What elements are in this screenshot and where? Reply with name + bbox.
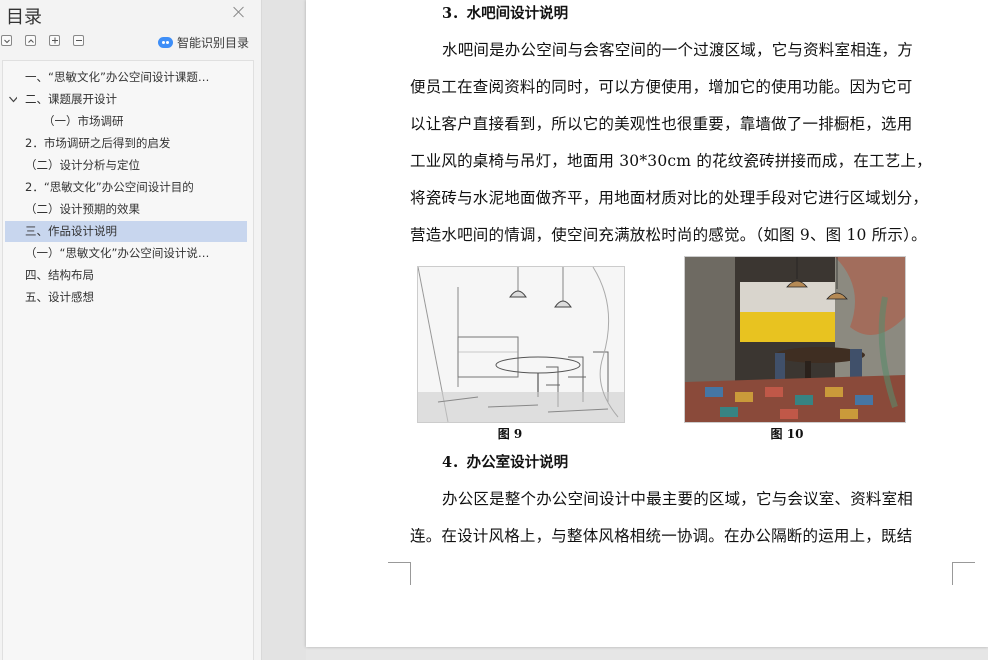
section-heading: 3．水吧间设计说明 <box>442 5 569 22</box>
toc-item[interactable]: 五、设计感想 <box>5 287 247 308</box>
toc-item[interactable]: （二）设计分析与定位 <box>5 155 247 176</box>
smart-toc-icon <box>158 36 173 48</box>
toc-item-label: 五、设计感想 <box>25 290 94 304</box>
toc-item-label: （一）市场调研 <box>43 114 124 128</box>
paragraph-line: 便员工在查阅资料的同时，可以方便使用，增加它的使用功能。因为它可 <box>410 78 913 96</box>
toc-item[interactable]: （一）市场调研 <box>5 111 247 132</box>
document-gutter <box>262 0 306 660</box>
toc-item-label: 一、“思敏文化”办公空间设计课题… <box>25 70 210 84</box>
sidebar-title: 目录 <box>6 7 42 28</box>
paragraph-line: 将瓷砖与水泥地面做齐平，用地面材质对比的处理手段对它进行区域划分， <box>410 189 929 207</box>
page-margin-mark <box>388 562 411 585</box>
toc-item-label: 二、课题展开设计 <box>25 92 117 106</box>
toc-item-label: 四、结构布局 <box>25 268 94 282</box>
paragraph-line: 水吧间是办公空间与会客空间的一个过渡区域，它与资料室相连，方 <box>442 41 914 59</box>
toc-item-active[interactable]: 三、作品设计说明 <box>5 221 247 242</box>
toc-sidebar: 目录 智能识别目录 一、“思敏文化”办公空间设计课题… 二、课题展开设计 （一）… <box>0 0 262 660</box>
toc-item[interactable]: （二）设计预期的效果 <box>5 199 247 220</box>
chevron-down-icon[interactable] <box>9 95 17 103</box>
toc-item-label: 三、作品设计说明 <box>25 224 117 238</box>
expand-up-icon[interactable] <box>25 35 36 46</box>
figure-9-image[interactable] <box>417 266 625 423</box>
figure-10-caption: 图 10 <box>770 427 804 441</box>
close-icon[interactable] <box>232 5 246 19</box>
paragraph-line: 以让客户直接看到，所以它的美观性也很重要，靠墙做了一排橱柜，选用 <box>410 115 913 133</box>
toc-item[interactable]: 四、结构布局 <box>5 265 247 286</box>
add-heading-icon[interactable] <box>49 35 60 46</box>
toc-item-label: 2．市场调研之后得到的启发 <box>25 136 171 150</box>
sketch-render-image <box>418 267 624 422</box>
toc-item-label: 2．“思敏文化”办公空间设计目的 <box>25 180 194 194</box>
color-render-image <box>685 257 905 422</box>
toc-item[interactable]: 2．市场调研之后得到的启发 <box>5 133 247 154</box>
figure-10-image[interactable] <box>684 256 906 423</box>
toc-item-label: （二）设计分析与定位 <box>25 158 140 172</box>
toc-list: 一、“思敏文化”办公空间设计课题… 二、课题展开设计 （一）市场调研 2．市场调… <box>2 60 254 660</box>
section-heading: 4．办公室设计说明 <box>442 454 569 471</box>
toc-item-label: （一）“思敏文化”办公空间设计说… <box>25 246 210 260</box>
figure-9-caption: 图 9 <box>497 427 523 441</box>
toc-item[interactable]: （一）“思敏文化”办公空间设计说… <box>5 243 247 264</box>
page-margin-mark <box>952 562 975 585</box>
toc-item[interactable]: 一、“思敏文化”办公空间设计课题… <box>5 67 247 88</box>
collapse-all-icon[interactable] <box>1 35 12 46</box>
toc-item[interactable]: 二、课题展开设计 <box>5 89 247 110</box>
smart-toc-label: 智能识别目录 <box>177 35 250 50</box>
paragraph-line: 工业风的桌椅与吊灯，地面用 30*30cm 的花纹瓷砖拼接而成，在工艺上， <box>410 152 932 170</box>
remove-heading-icon[interactable] <box>73 35 84 46</box>
paragraph-line: 办公区是整个办公空间设计中最主要的区域，它与会议室、资料室相 <box>442 490 914 508</box>
paragraph-line: 连。在设计风格上，与整体风格相统一协调。在办公隔断的运用上，既结 <box>410 527 913 545</box>
toc-item[interactable]: 2．“思敏文化”办公空间设计目的 <box>5 177 247 198</box>
paragraph-line: 营造水吧间的情调，使空间充满放松时尚的感觉。（如图 9、图 10 所示）。 <box>410 226 927 244</box>
smart-toc-button[interactable]: 智能识别目录 <box>158 34 249 50</box>
toc-item-label: （二）设计预期的效果 <box>25 202 140 216</box>
